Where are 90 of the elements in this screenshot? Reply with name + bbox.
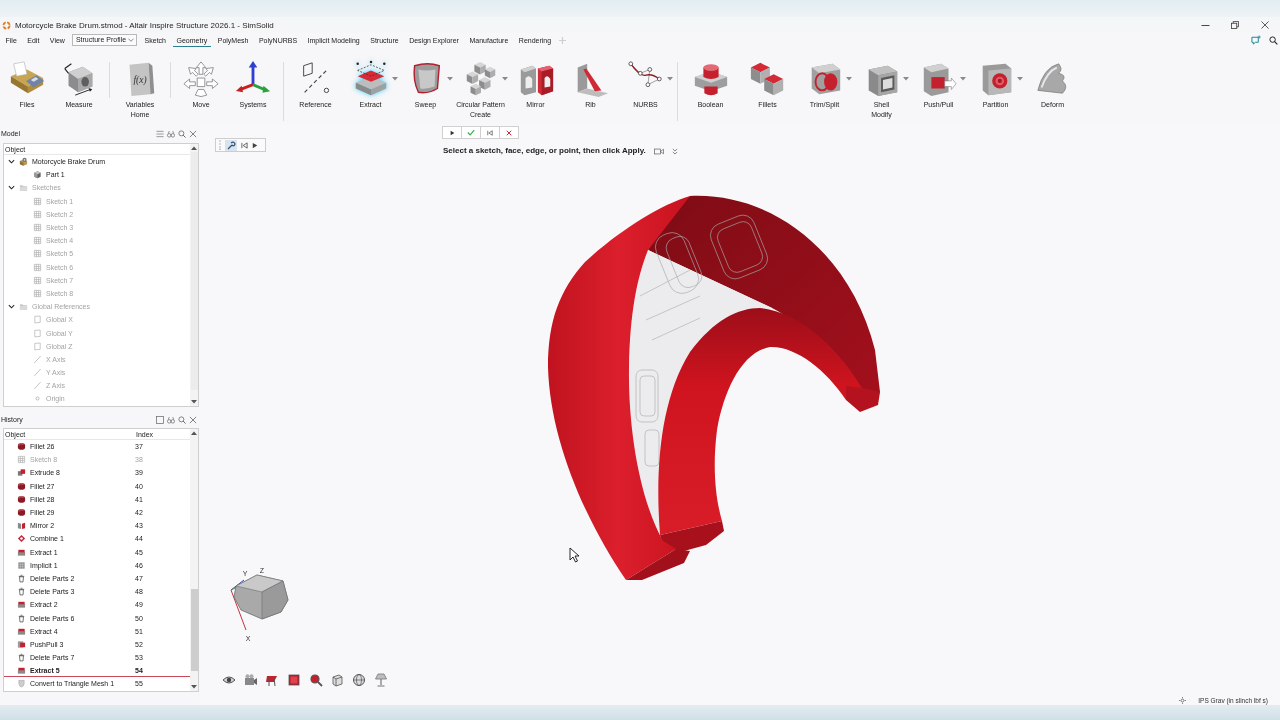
grid-icon <box>33 223 42 233</box>
extract-icon <box>17 600 26 610</box>
camera-icon[interactable] <box>243 673 258 687</box>
play-button[interactable] <box>442 126 462 139</box>
close-icon[interactable] <box>189 415 197 424</box>
reset-button[interactable] <box>480 126 500 139</box>
grid-icon <box>33 288 42 298</box>
trash-icon <box>17 573 26 583</box>
trash-icon <box>17 587 26 597</box>
close-icon[interactable] <box>189 129 197 138</box>
caret-icon <box>128 38 135 42</box>
extract-icon <box>17 547 26 557</box>
close-icon <box>506 129 512 136</box>
fillet-icon <box>17 481 26 491</box>
line-icon <box>33 354 42 364</box>
fillet-icon <box>17 494 26 504</box>
eye-icon[interactable] <box>222 673 236 687</box>
select-icon[interactable] <box>225 139 237 151</box>
grid-icon <box>33 275 42 285</box>
point-icon <box>33 394 42 404</box>
arrow-down-icon[interactable] <box>191 685 197 689</box>
cube-outline-icon[interactable] <box>330 673 345 687</box>
line-icon <box>33 368 42 378</box>
app-logo-icon <box>2 20 11 30</box>
lamp-icon[interactable] <box>373 673 388 687</box>
caret-icon <box>959 77 966 81</box>
mirror-icon <box>17 521 26 531</box>
prompt-text: Select a sketch, face, edge, or point, then click Apply. <box>443 146 646 156</box>
caret-icon <box>391 77 398 81</box>
push-pull-icon <box>17 639 26 649</box>
video-camera-icon[interactable] <box>653 147 664 155</box>
line-icon <box>33 381 42 391</box>
scrollbar[interactable] <box>190 429 198 691</box>
caret-icon <box>845 77 852 81</box>
scrollbar-thumb[interactable] <box>190 589 198 671</box>
cube-icon <box>33 170 42 180</box>
arrow-down-icon[interactable] <box>191 400 197 404</box>
skip-back-icon <box>487 129 493 136</box>
trash-icon <box>17 613 26 623</box>
view-cube[interactable] <box>230 574 289 631</box>
globe-icon[interactable] <box>352 673 367 687</box>
check-icon <box>467 129 475 136</box>
move-arrows-icon <box>182 60 220 98</box>
chevron-icon[interactable] <box>8 158 15 166</box>
extract-icon <box>17 626 26 636</box>
fillet-icon <box>17 442 26 452</box>
chevron-icon[interactable] <box>8 184 15 192</box>
search-icon[interactable] <box>1269 35 1278 45</box>
binoculars-icon[interactable] <box>167 415 175 424</box>
grid-icon <box>17 455 26 465</box>
grid-icon <box>33 249 42 259</box>
caret-icon <box>902 77 909 81</box>
crosshair-icon[interactable] <box>1179 697 1187 704</box>
arrow-up-icon[interactable] <box>191 146 197 150</box>
grid-icon <box>33 236 42 246</box>
assembly-icon <box>19 157 28 167</box>
extract-icon <box>17 666 26 676</box>
play-icon <box>449 129 455 136</box>
apply-button[interactable] <box>461 126 481 139</box>
caret-icon <box>446 77 453 81</box>
fillet-icon <box>17 508 26 518</box>
mesh-icon <box>17 679 26 689</box>
restore-icon[interactable] <box>1231 21 1239 29</box>
binoculars-icon[interactable] <box>167 129 175 138</box>
chevron-icon[interactable] <box>8 303 15 311</box>
arrow-up-icon[interactable] <box>191 431 197 435</box>
feedback-icon[interactable] <box>1251 35 1261 45</box>
folder-icon <box>19 183 28 193</box>
folder-icon <box>19 302 28 312</box>
grid-icon <box>33 196 42 206</box>
grid-icon <box>33 262 42 272</box>
trash-icon <box>17 653 26 663</box>
play-icon[interactable] <box>252 141 258 149</box>
zoom-icon[interactable] <box>308 673 323 687</box>
close-icon[interactable] <box>1261 21 1269 29</box>
mouse-cursor-icon <box>569 547 580 563</box>
cancel-button[interactable] <box>499 126 519 139</box>
extrude-icon <box>17 468 26 478</box>
window-title: Motorcycle Brake Drum.stmod - Altair Inspire Structure 2026.1 - SimSolid <box>15 20 274 30</box>
combine-icon <box>17 534 26 544</box>
caret-icon <box>501 77 508 81</box>
square-icon[interactable] <box>156 415 164 424</box>
skip-back-icon[interactable] <box>241 141 248 149</box>
section-plane-icon[interactable] <box>265 673 280 687</box>
lattice-cube-icon <box>17 560 26 570</box>
caret-icon <box>666 77 673 81</box>
double-chevron-icon[interactable] <box>671 147 678 155</box>
box-icon[interactable] <box>287 673 302 687</box>
caret-icon <box>1016 77 1023 81</box>
grid-icon <box>33 209 42 219</box>
